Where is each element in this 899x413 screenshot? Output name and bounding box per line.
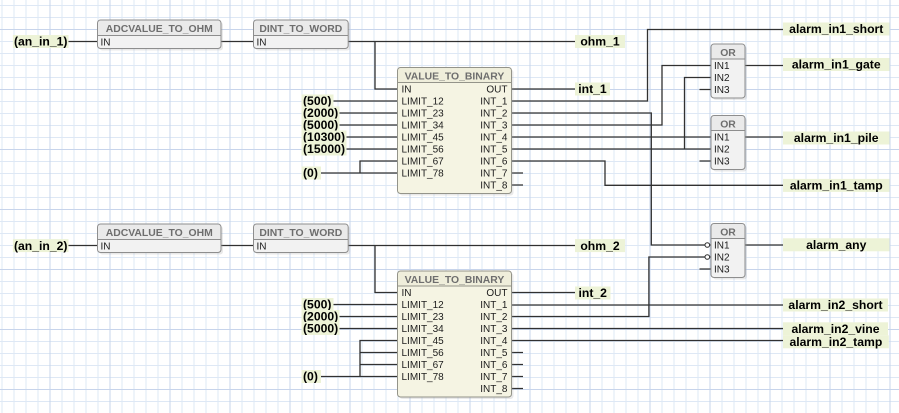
svg-text:(5000): (5000): [303, 322, 338, 336]
svg-text:LIMIT_34: LIMIT_34: [402, 121, 445, 132]
svg-text:LIMIT_45: LIMIT_45: [402, 336, 445, 347]
svg-text:IN: IN: [257, 37, 267, 48]
svg-text:LIMIT_23: LIMIT_23: [402, 109, 445, 120]
svg-text:LIMIT_45: LIMIT_45: [402, 133, 445, 144]
svg-text:IN1: IN1: [714, 133, 730, 144]
svg-text:INT_7: INT_7: [480, 372, 508, 383]
svg-text:INT_8: INT_8: [480, 181, 508, 192]
svg-text:INT_2: INT_2: [480, 312, 508, 323]
svg-text:LIMIT_56: LIMIT_56: [402, 348, 445, 359]
svg-text:(0): (0): [303, 370, 318, 384]
svg-text:IN2: IN2: [714, 145, 730, 156]
svg-text:alarm_in2_short: alarm_in2_short: [788, 298, 882, 312]
svg-text:IN3: IN3: [714, 265, 730, 276]
svg-text:IN1: IN1: [714, 61, 730, 72]
svg-text:LIMIT_56: LIMIT_56: [402, 145, 445, 156]
svg-text:(15000): (15000): [303, 142, 345, 156]
svg-text:LIMIT_78: LIMIT_78: [402, 169, 445, 180]
svg-text:DINT_TO_WORD: DINT_TO_WORD: [259, 228, 342, 239]
svg-text:INT_1: INT_1: [480, 97, 508, 108]
svg-text:OUT: OUT: [486, 85, 507, 96]
svg-text:IN3: IN3: [714, 85, 730, 96]
svg-text:OR: OR: [720, 119, 736, 130]
svg-text:alarm_in2_tamp: alarm_in2_tamp: [789, 335, 882, 349]
svg-text:INT_4: INT_4: [480, 133, 508, 144]
svg-text:INT_3: INT_3: [480, 324, 508, 335]
svg-text:ADCVALUE_TO_OHM: ADCVALUE_TO_OHM: [106, 24, 213, 35]
svg-text:INT_6: INT_6: [480, 360, 508, 371]
svg-text:OR: OR: [720, 48, 736, 59]
svg-text:ohm_1: ohm_1: [580, 35, 620, 49]
svg-text:INT_3: INT_3: [480, 121, 508, 132]
svg-text:IN: IN: [101, 241, 111, 252]
svg-text:int_2: int_2: [579, 286, 608, 300]
svg-text:LIMIT_67: LIMIT_67: [402, 360, 445, 371]
svg-text:LIMIT_12: LIMIT_12: [402, 97, 445, 108]
svg-text:IN: IN: [402, 288, 412, 299]
svg-text:IN: IN: [101, 37, 111, 48]
svg-text:OUT: OUT: [486, 288, 507, 299]
svg-text:alarm_any: alarm_any: [806, 238, 867, 252]
svg-text:ADCVALUE_TO_OHM: ADCVALUE_TO_OHM: [106, 228, 213, 239]
svg-text:INT_2: INT_2: [480, 109, 508, 120]
svg-text:alarm_in1_gate: alarm_in1_gate: [792, 58, 881, 72]
svg-text:INT_4: INT_4: [480, 336, 508, 347]
svg-text:INT_8: INT_8: [480, 384, 508, 395]
svg-text:(an_in_2): (an_in_2): [14, 239, 68, 253]
svg-text:IN1: IN1: [714, 241, 730, 252]
svg-text:IN2: IN2: [714, 253, 730, 264]
svg-text:VALUE_TO_BINARY: VALUE_TO_BINARY: [405, 275, 505, 286]
svg-text:IN: IN: [402, 85, 412, 96]
svg-text:DINT_TO_WORD: DINT_TO_WORD: [259, 24, 342, 35]
svg-text:INT_5: INT_5: [480, 145, 508, 156]
svg-text:LIMIT_12: LIMIT_12: [402, 300, 445, 311]
svg-text:IN: IN: [257, 241, 267, 252]
svg-text:VALUE_TO_BINARY: VALUE_TO_BINARY: [405, 71, 505, 82]
svg-text:OR: OR: [720, 227, 736, 238]
svg-text:LIMIT_34: LIMIT_34: [402, 324, 445, 335]
svg-text:INT_7: INT_7: [480, 169, 508, 180]
svg-text:IN2: IN2: [714, 73, 730, 84]
svg-text:INT_5: INT_5: [480, 348, 508, 359]
svg-text:(an_in_1): (an_in_1): [14, 35, 68, 49]
svg-text:LIMIT_67: LIMIT_67: [402, 157, 445, 168]
svg-text:alarm_in1_pile: alarm_in1_pile: [794, 131, 879, 145]
svg-text:INT_1: INT_1: [480, 300, 508, 311]
svg-text:alarm_in2_vine: alarm_in2_vine: [791, 322, 879, 336]
svg-text:alarm_in1_short: alarm_in1_short: [789, 22, 883, 36]
svg-text:INT_6: INT_6: [480, 157, 508, 168]
svg-text:alarm_in1_tamp: alarm_in1_tamp: [790, 179, 883, 193]
svg-text:(0): (0): [303, 166, 318, 180]
svg-text:ohm_2: ohm_2: [580, 239, 620, 253]
svg-text:IN3: IN3: [714, 157, 730, 168]
svg-text:LIMIT_23: LIMIT_23: [402, 312, 445, 323]
svg-text:LIMIT_78: LIMIT_78: [402, 372, 445, 383]
svg-text:int_1: int_1: [578, 82, 607, 96]
